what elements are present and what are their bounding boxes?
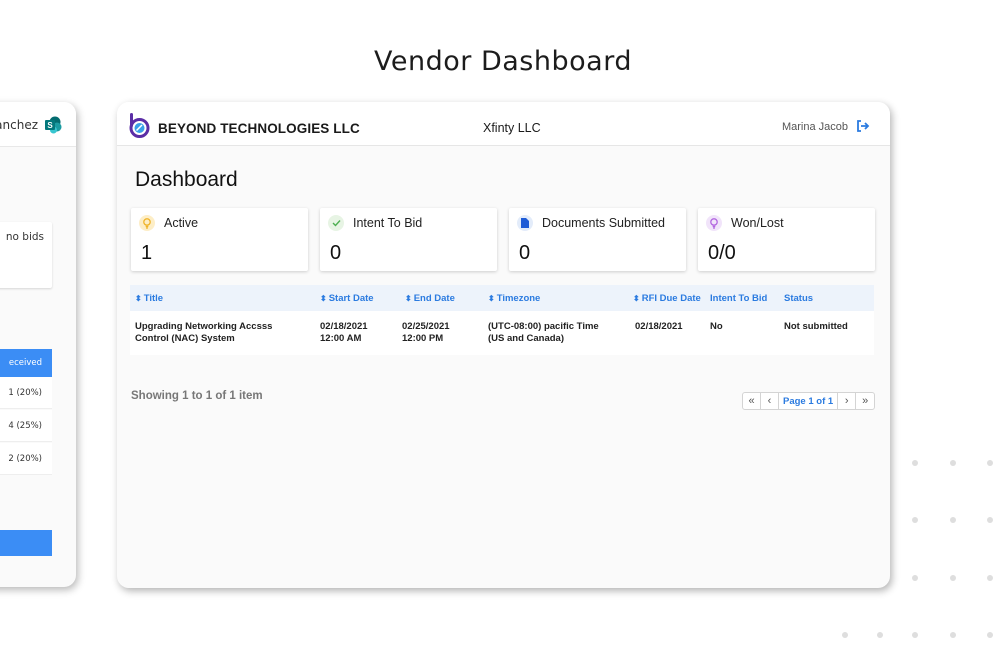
side-user-name: anchez bbox=[0, 118, 38, 132]
first-page-button[interactable]: « bbox=[743, 393, 761, 409]
side-note-card: no bids bbox=[0, 222, 52, 288]
document-icon bbox=[517, 215, 533, 231]
column-label: Title bbox=[143, 293, 164, 304]
next-page-button[interactable]: › bbox=[838, 393, 857, 409]
decorative-dot bbox=[950, 460, 956, 466]
stat-card-intent-to-bid[interactable]: Intent To Bid 0 bbox=[320, 208, 497, 271]
logout-icon[interactable] bbox=[856, 120, 870, 132]
side-row-value: 4 (25%) bbox=[8, 421, 42, 431]
cell-start-time: 12:00 AM bbox=[320, 333, 362, 344]
stat-label: Intent To Bid bbox=[353, 216, 423, 230]
side-header: anchez S bbox=[0, 102, 76, 147]
stat-label: Won/Lost bbox=[731, 216, 784, 230]
cell-rfi-due-date: 02/18/2021 bbox=[635, 321, 683, 332]
showing-count: Showing 1 to 1 of 1 item bbox=[131, 390, 263, 402]
cell-title-line2: Control (NAC) System bbox=[135, 333, 235, 344]
stat-card-won-lost[interactable]: Won/Lost 0/0 bbox=[698, 208, 875, 271]
side-row: 2 (20%) bbox=[0, 443, 52, 475]
decorative-dot bbox=[912, 517, 918, 523]
decorative-dot bbox=[912, 460, 918, 466]
decorative-dot bbox=[950, 632, 956, 638]
decorative-dot bbox=[912, 632, 918, 638]
side-preview-card: anchez S no bids eceived 1 (20%) 4 (25%)… bbox=[0, 102, 76, 587]
stat-card-documents-submitted[interactable]: Documents Submitted 0 bbox=[509, 208, 686, 271]
column-header-timezone[interactable]: ⬍ Timezone bbox=[488, 293, 540, 304]
side-table-header: eceived bbox=[0, 349, 52, 377]
column-label: RFI Due Date bbox=[641, 293, 701, 304]
check-icon bbox=[328, 215, 344, 231]
side-table-header-label: eceived bbox=[8, 358, 42, 368]
cell-status: Not submitted bbox=[784, 321, 848, 332]
cell-intent-to-bid: No bbox=[710, 321, 723, 332]
prev-page-button[interactable]: ‹ bbox=[761, 393, 779, 409]
vendor-dashboard-window: BEYOND TECHNOLOGIES LLC Xfinty LLC Marin… bbox=[117, 102, 890, 588]
column-header-rfi-due-date[interactable]: ⬍ RFI Due Date bbox=[633, 293, 701, 304]
stat-value: 1 bbox=[141, 242, 153, 264]
decorative-dot bbox=[950, 517, 956, 523]
stage: Vendor Dashboard anchez S no bids eceive… bbox=[0, 0, 1000, 647]
decorative-dot bbox=[877, 632, 883, 638]
decorative-dot bbox=[987, 632, 993, 638]
side-row: 1 (20%) bbox=[0, 377, 52, 409]
hero-title: Vendor Dashboard bbox=[374, 46, 632, 77]
app-header: BEYOND TECHNOLOGIES LLC Xfinty LLC Marin… bbox=[117, 102, 890, 146]
decorative-dot bbox=[987, 460, 993, 466]
svg-text:S: S bbox=[47, 121, 53, 130]
stat-value: 0 bbox=[519, 242, 531, 264]
sharepoint-icon: S bbox=[45, 116, 62, 134]
client-name: Xfinty LLC bbox=[483, 121, 541, 135]
cell-end-time: 12:00 PM bbox=[402, 333, 444, 344]
cell-title-line1: Upgrading Networking Accsss bbox=[135, 321, 273, 332]
decorative-dot bbox=[987, 575, 993, 581]
decorative-dot bbox=[842, 632, 848, 638]
column-header-start-date[interactable]: ⬍ Start Date bbox=[320, 293, 374, 304]
cell-timezone-line1: (UTC-08:00) pacific Time bbox=[488, 321, 599, 332]
decorative-dot bbox=[987, 517, 993, 523]
stat-value: 0 bbox=[330, 242, 342, 264]
column-header-end-date[interactable]: ⬍ End Date bbox=[405, 293, 455, 304]
last-page-button[interactable]: » bbox=[856, 393, 874, 409]
cell-start-date-line1: 02/18/2021 bbox=[320, 321, 368, 332]
pagination: « ‹ Page 1 of 1 › » bbox=[742, 392, 876, 410]
stat-value: 0/0 bbox=[708, 242, 736, 264]
stat-label: Documents Submitted bbox=[542, 216, 665, 230]
stat-card-active[interactable]: Active 1 bbox=[131, 208, 308, 271]
cell-start-date: 02/18/2021 12:00 AM bbox=[320, 321, 368, 345]
lightbulb-icon bbox=[139, 215, 155, 231]
side-blue-button[interactable] bbox=[0, 530, 52, 556]
side-note-text: no bids bbox=[5, 231, 44, 243]
decorative-dot bbox=[912, 575, 918, 581]
cell-timezone-line2: (US and Canada) bbox=[488, 333, 565, 344]
sort-icon: ⬍ bbox=[488, 294, 495, 303]
current-page-indicator: Page 1 of 1 bbox=[779, 393, 839, 409]
company-name: BEYOND TECHNOLOGIES LLC bbox=[158, 121, 360, 136]
column-label: Start Date bbox=[328, 293, 374, 304]
cell-end-date: 02/25/2021 12:00 PM bbox=[402, 321, 450, 345]
cell-title[interactable]: Upgrading Networking Accsss Control (NAC)… bbox=[135, 321, 272, 345]
sort-icon: ⬍ bbox=[633, 294, 640, 303]
award-icon bbox=[706, 215, 722, 231]
column-label: End Date bbox=[413, 293, 455, 304]
table-row[interactable]: Upgrading Networking Accsss Control (NAC)… bbox=[130, 311, 874, 355]
beyond-logo-icon bbox=[129, 113, 150, 138]
sort-icon: ⬍ bbox=[135, 294, 142, 303]
sort-icon: ⬍ bbox=[320, 294, 327, 303]
column-header-status[interactable]: Status bbox=[784, 293, 813, 304]
stat-label: Active bbox=[164, 216, 199, 230]
side-row-value: 2 (20%) bbox=[8, 454, 42, 464]
decorative-dot bbox=[950, 575, 956, 581]
column-header-intent-to-bid[interactable]: Intent To Bid bbox=[710, 293, 767, 304]
user-name[interactable]: Marina Jacob bbox=[782, 121, 848, 133]
side-row-value: 1 (20%) bbox=[8, 388, 42, 398]
column-label: Timezone bbox=[496, 293, 541, 304]
table-header: ⬍ Title ⬍ Start Date ⬍ End Date ⬍ Timezone ⬍… bbox=[130, 285, 874, 311]
sort-icon: ⬍ bbox=[405, 294, 412, 303]
page-title: Dashboard bbox=[135, 168, 238, 191]
cell-timezone: (UTC-08:00) pacific Time (US and Canada) bbox=[488, 321, 599, 345]
side-row: 4 (25%) bbox=[0, 410, 52, 442]
cell-end-date-line1: 02/25/2021 bbox=[402, 321, 450, 332]
column-header-title[interactable]: ⬍ Title bbox=[135, 293, 163, 304]
rfi-table: ⬍ Title ⬍ Start Date ⬍ End Date ⬍ Timezone ⬍… bbox=[130, 285, 874, 355]
